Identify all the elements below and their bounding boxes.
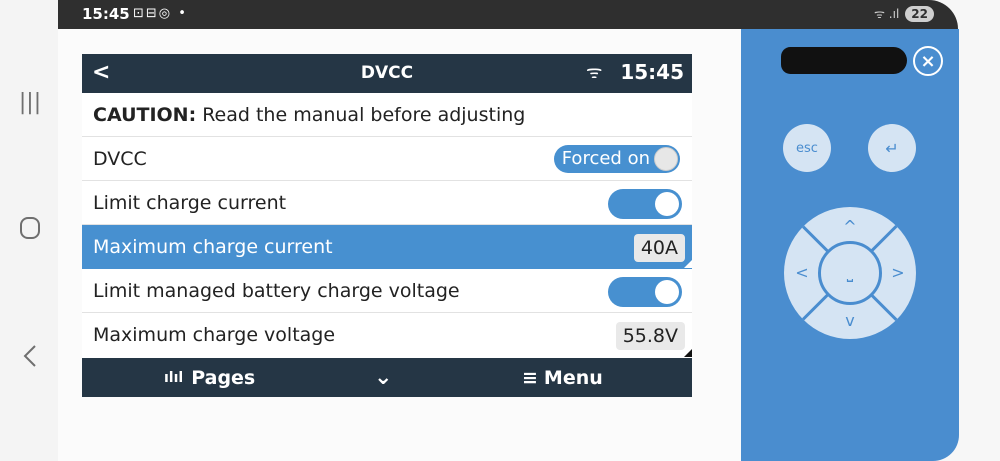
setting-row-limit-battery-voltage[interactable]: Limit managed battery charge voltage: [82, 269, 692, 313]
setting-row-limit-charge-current[interactable]: Limit charge current: [82, 181, 692, 225]
setting-label: Limit managed battery charge voltage: [93, 279, 460, 302]
status-bar: 15:45 ⊡⊟◎ • ᯤ .ıl 22: [58, 0, 958, 29]
pages-button[interactable]: ılıl Pages: [164, 367, 255, 389]
caution-text: Read the manual before adjusting: [202, 103, 526, 126]
status-time: 15:45: [82, 5, 130, 23]
notification-icons: ⊡⊟◎ •: [133, 6, 188, 21]
home-icon[interactable]: [14, 212, 46, 244]
device-footer: ılıl Pages ⌄ ≡ Menu: [82, 358, 692, 397]
dpad-down-button[interactable]: v: [840, 311, 860, 331]
toggle-knob: [655, 280, 679, 304]
device-header: < DVCC ᯤ 15:45: [82, 54, 692, 93]
menu-label: Menu: [543, 367, 603, 389]
enter-button[interactable]: ↵: [868, 124, 916, 172]
screen: ||| 15:45 ⊡⊟◎ • ᯤ .ıl 22 < DVCC ᯤ 15:45 …: [0, 0, 1000, 461]
dpad-center-button[interactable]: ⎵: [818, 241, 882, 305]
limit-charge-current-toggle[interactable]: [608, 189, 682, 219]
setting-label: Limit charge current: [93, 191, 287, 214]
wifi-icon: ᯤ: [586, 62, 603, 83]
caution-row: CAUTION: Read the manual before adjustin…: [82, 93, 692, 137]
edit-corner-indicator: [684, 349, 692, 357]
battery-badge: 22: [905, 5, 934, 22]
dpad-right-button[interactable]: >: [888, 263, 908, 283]
dpad-up-button[interactable]: ^: [840, 217, 860, 237]
back-nav-icon[interactable]: [14, 340, 46, 372]
toggle-knob: [654, 147, 678, 171]
pages-icon: ılıl: [164, 370, 184, 386]
setting-row-max-charge-current[interactable]: Maximum charge current 40A: [82, 225, 692, 269]
setting-label: DVCC: [93, 147, 147, 170]
caution-label: CAUTION:: [93, 103, 197, 126]
device-clock: 15:45: [620, 60, 684, 84]
system-nav-bar: |||: [0, 0, 58, 461]
edit-corner-indicator: [684, 260, 692, 268]
esc-button[interactable]: esc: [783, 124, 831, 172]
signal-icon: ᯤ .ıl: [874, 7, 900, 21]
max-charge-voltage-value[interactable]: 55.8V: [615, 322, 685, 350]
device-screen: < DVCC ᯤ 15:45 CAUTION: Read the manual …: [82, 54, 692, 397]
status-right: ᯤ .ıl 22: [874, 5, 934, 22]
limit-battery-voltage-toggle[interactable]: [608, 277, 682, 307]
menu-icon: ≡: [522, 367, 538, 389]
max-charge-current-value[interactable]: 40A: [633, 234, 685, 262]
dvcc-status-label: Forced on: [561, 148, 650, 169]
close-button[interactable]: ×: [913, 46, 943, 76]
chevron-down-icon[interactable]: ⌄: [374, 365, 392, 390]
setting-row-dvcc[interactable]: DVCC Forced on: [82, 137, 692, 181]
recents-icon[interactable]: |||: [14, 86, 46, 118]
setting-label: Maximum charge voltage: [93, 324, 336, 346]
redacted-title: [781, 47, 907, 74]
setting-row-max-charge-voltage[interactable]: Maximum charge voltage 55.8V: [82, 313, 692, 357]
menu-button[interactable]: ≡ Menu: [522, 367, 603, 389]
dpad-left-button[interactable]: <: [792, 263, 812, 283]
pages-label: Pages: [191, 367, 256, 389]
dvcc-status-pill[interactable]: Forced on: [553, 145, 680, 173]
dpad: ^ v < > ⎵: [784, 207, 916, 339]
setting-label: Maximum charge current: [93, 235, 333, 258]
toggle-knob: [655, 192, 679, 216]
remote-control-panel: × esc ↵ ^ v < > ⎵: [741, 29, 959, 461]
